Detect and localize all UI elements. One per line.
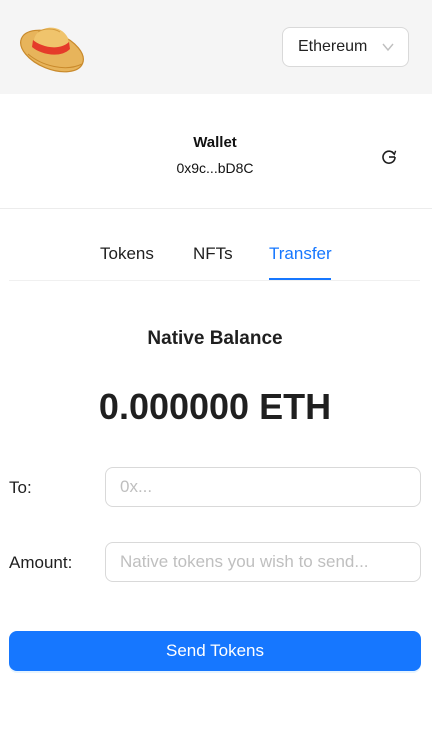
tab-bar: Tokens NFTs Transfer bbox=[9, 227, 420, 281]
reload-icon[interactable] bbox=[380, 148, 398, 166]
tab-transfer[interactable]: Transfer bbox=[269, 244, 332, 264]
wallet-address: 0x9c...bD8C bbox=[176, 160, 254, 176]
active-tab-indicator bbox=[269, 278, 331, 280]
amount-label: Amount: bbox=[9, 553, 73, 572]
network-select[interactable]: Ethereum bbox=[282, 27, 409, 67]
send-tokens-button[interactable]: Send Tokens bbox=[9, 631, 421, 671]
chevron-down-icon bbox=[381, 40, 395, 54]
network-select-value: Ethereum bbox=[298, 38, 368, 55]
amount-input[interactable] bbox=[105, 542, 421, 582]
wallet-title: Wallet bbox=[193, 134, 237, 151]
balance-label: Native Balance bbox=[147, 328, 283, 349]
tab-tokens[interactable]: Tokens bbox=[100, 244, 154, 264]
tab-nfts[interactable]: NFTs bbox=[193, 244, 233, 264]
to-label: To: bbox=[9, 478, 32, 497]
balance-value: 0.000000 ETH bbox=[98, 386, 332, 427]
straw-hat-icon[interactable] bbox=[18, 18, 88, 74]
app-header: Ethereum bbox=[0, 0, 432, 94]
wallet-card: Wallet 0x9c...bD8C bbox=[0, 94, 432, 209]
to-address-input[interactable] bbox=[105, 467, 421, 507]
